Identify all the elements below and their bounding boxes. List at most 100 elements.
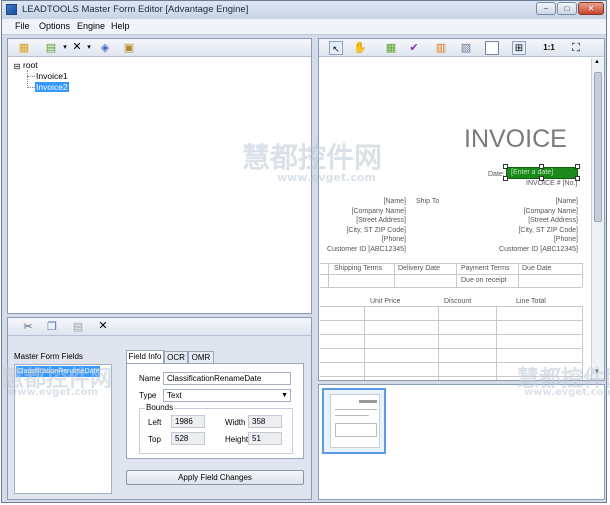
payment-terms-value: Due on receipt bbox=[461, 277, 507, 284]
left-label: Left bbox=[148, 418, 162, 427]
tree-item-invoice2[interactable]: Invoice2 bbox=[35, 82, 69, 92]
left-input[interactable]: 1986 bbox=[171, 415, 205, 428]
cut-icon[interactable]: ✂ bbox=[21, 320, 35, 334]
invoice-document: INVOICE Date: [Enter a date] INVOICE # [… bbox=[320, 58, 590, 380]
menu-engine[interactable]: Engine bbox=[77, 21, 105, 31]
scroll-up-icon[interactable]: ▲ bbox=[594, 59, 600, 65]
address-line: [Street Address] bbox=[356, 217, 406, 224]
discount-header: Discount bbox=[444, 298, 472, 305]
copy-icon[interactable]: ❐ bbox=[45, 320, 59, 334]
menu-bar: File Options Engine Help bbox=[2, 19, 606, 35]
title-bar: LEADTOOLS Master Form Editor [Advantage … bbox=[2, 1, 606, 19]
table-border bbox=[320, 348, 582, 349]
actual-size-button[interactable]: 1:1 bbox=[540, 41, 558, 55]
address-line: [City, ST ZIP Code] bbox=[518, 226, 578, 234]
tree-root[interactable]: root bbox=[22, 60, 39, 70]
collapse-icon[interactable]: ⊟ bbox=[13, 60, 21, 74]
watermark-url: www.evget.com bbox=[277, 171, 376, 184]
type-select[interactable]: Text ▼ bbox=[163, 389, 291, 402]
tree-item-invoice1[interactable]: Invoice1 bbox=[35, 71, 69, 81]
shipping-terms-header: Shipping Terms bbox=[334, 265, 383, 272]
tree-toolbar: ▦ ▤ ▾ ✕ ▾ ◈ ▣ bbox=[8, 39, 311, 57]
bounds-label: Bounds bbox=[145, 403, 175, 412]
name-label: Name bbox=[139, 374, 161, 383]
settings-icon[interactable]: ▣ bbox=[122, 41, 136, 55]
fit-page-icon[interactable]: ⛶ bbox=[569, 41, 583, 55]
delete-field-icon[interactable]: ✕ bbox=[96, 319, 110, 333]
thumbnail-pane bbox=[318, 384, 605, 500]
rectangle-icon[interactable] bbox=[485, 41, 499, 55]
delivery-date-header: Delivery Date bbox=[398, 265, 441, 272]
customer-id: Customer ID [ABC12345] bbox=[327, 245, 406, 253]
maximize-button[interactable]: □ bbox=[557, 2, 577, 15]
minimize-button[interactable]: – bbox=[536, 2, 556, 15]
pointer-icon[interactable]: ↖ bbox=[329, 41, 343, 55]
app-window: LEADTOOLS Master Form Editor [Advantage … bbox=[1, 0, 610, 503]
watermark-url: www.evget.com bbox=[524, 387, 610, 398]
dropdown-arrow-icon: ▼ bbox=[281, 392, 288, 399]
unit-price-header: Unit Price bbox=[370, 298, 401, 305]
vertical-scrollbar[interactable]: ▲ ▼ bbox=[591, 58, 604, 380]
menu-file[interactable]: File bbox=[15, 21, 30, 31]
thumbnail-page bbox=[330, 394, 380, 448]
pan-hand-icon[interactable]: ✋ bbox=[353, 41, 367, 55]
fields-list-label: Master Form Fields bbox=[14, 352, 83, 361]
scrollbar-thumb[interactable] bbox=[594, 72, 602, 222]
thumbnail-text bbox=[359, 400, 377, 403]
menu-help[interactable]: Help bbox=[111, 21, 130, 31]
table-border bbox=[320, 274, 582, 275]
address-line: [City, ST ZIP Code] bbox=[346, 226, 406, 234]
dropdown-arrow-icon[interactable]: ▾ bbox=[82, 41, 96, 55]
payment-terms-header: Payment Terms bbox=[461, 265, 510, 272]
name-input[interactable]: ClassificationRenameDate bbox=[163, 372, 291, 385]
text-field-icon[interactable]: ▦ bbox=[384, 41, 398, 55]
field-info-panel: Name ClassificationRenameDate Type Text … bbox=[126, 363, 304, 459]
address-line: [Company Name] bbox=[523, 207, 578, 215]
tree-connector bbox=[27, 76, 35, 77]
table-border bbox=[364, 306, 365, 380]
menu-options[interactable]: Options bbox=[39, 21, 70, 31]
apply-field-changes-button[interactable]: Apply Field Changes bbox=[126, 470, 304, 485]
table-border bbox=[496, 306, 497, 380]
height-input[interactable]: 51 bbox=[248, 432, 282, 445]
paste-icon[interactable]: ▤ bbox=[71, 320, 85, 334]
properties-icon[interactable]: ◈ bbox=[98, 41, 112, 55]
table-border bbox=[456, 263, 457, 287]
address-line: [Phone] bbox=[381, 236, 406, 243]
page-thumbnail[interactable] bbox=[322, 388, 386, 454]
check-field-icon[interactable]: ✔ bbox=[407, 41, 421, 55]
table-border bbox=[320, 334, 582, 335]
table-border bbox=[320, 287, 582, 288]
close-button[interactable]: ✕ bbox=[578, 2, 604, 15]
thumbnail-table bbox=[335, 423, 377, 437]
thumbnail-text bbox=[335, 415, 369, 416]
resize-handle[interactable] bbox=[575, 164, 580, 169]
ship-to-label: Ship To bbox=[416, 198, 440, 205]
table-border bbox=[438, 306, 439, 380]
resize-handle[interactable] bbox=[503, 176, 508, 181]
resize-handle[interactable] bbox=[539, 164, 544, 169]
top-label: Top bbox=[148, 435, 161, 444]
fit-selection-icon[interactable]: ⊞ bbox=[512, 41, 526, 55]
bill-to-block: [Name] [Company Name] [Street Address] [… bbox=[320, 198, 406, 255]
forms-tree-pane: ▦ ▤ ▾ ✕ ▾ ◈ ▣ ⊟ root Invoice1 Invoice2 bbox=[7, 38, 312, 314]
table-border bbox=[582, 263, 583, 287]
watermark-text: 慧都控件网 bbox=[242, 141, 383, 174]
address-line: [Street Address] bbox=[528, 217, 578, 224]
new-form-icon[interactable]: ▦ bbox=[17, 41, 31, 55]
image-field-icon[interactable]: ▧ bbox=[459, 41, 473, 55]
add-page-icon[interactable]: ▤ bbox=[44, 41, 58, 55]
tab-field-info[interactable]: Field Info bbox=[126, 350, 164, 364]
customer-id: Customer ID [ABC12345] bbox=[499, 245, 578, 253]
date-placeholder: [Enter a date] bbox=[511, 169, 554, 176]
address-line: [Phone] bbox=[553, 236, 578, 243]
invoice-number: INVOICE # [No.] bbox=[526, 180, 578, 187]
line-total-header: Line Total bbox=[516, 298, 546, 305]
app-icon bbox=[6, 4, 17, 15]
barcode-field-icon[interactable]: ▥ bbox=[434, 41, 448, 55]
resize-handle[interactable] bbox=[503, 164, 508, 169]
width-input[interactable]: 358 bbox=[248, 415, 282, 428]
due-date-header: Due Date bbox=[522, 265, 552, 272]
top-input[interactable]: 528 bbox=[171, 432, 205, 445]
tree-connector bbox=[27, 87, 35, 88]
